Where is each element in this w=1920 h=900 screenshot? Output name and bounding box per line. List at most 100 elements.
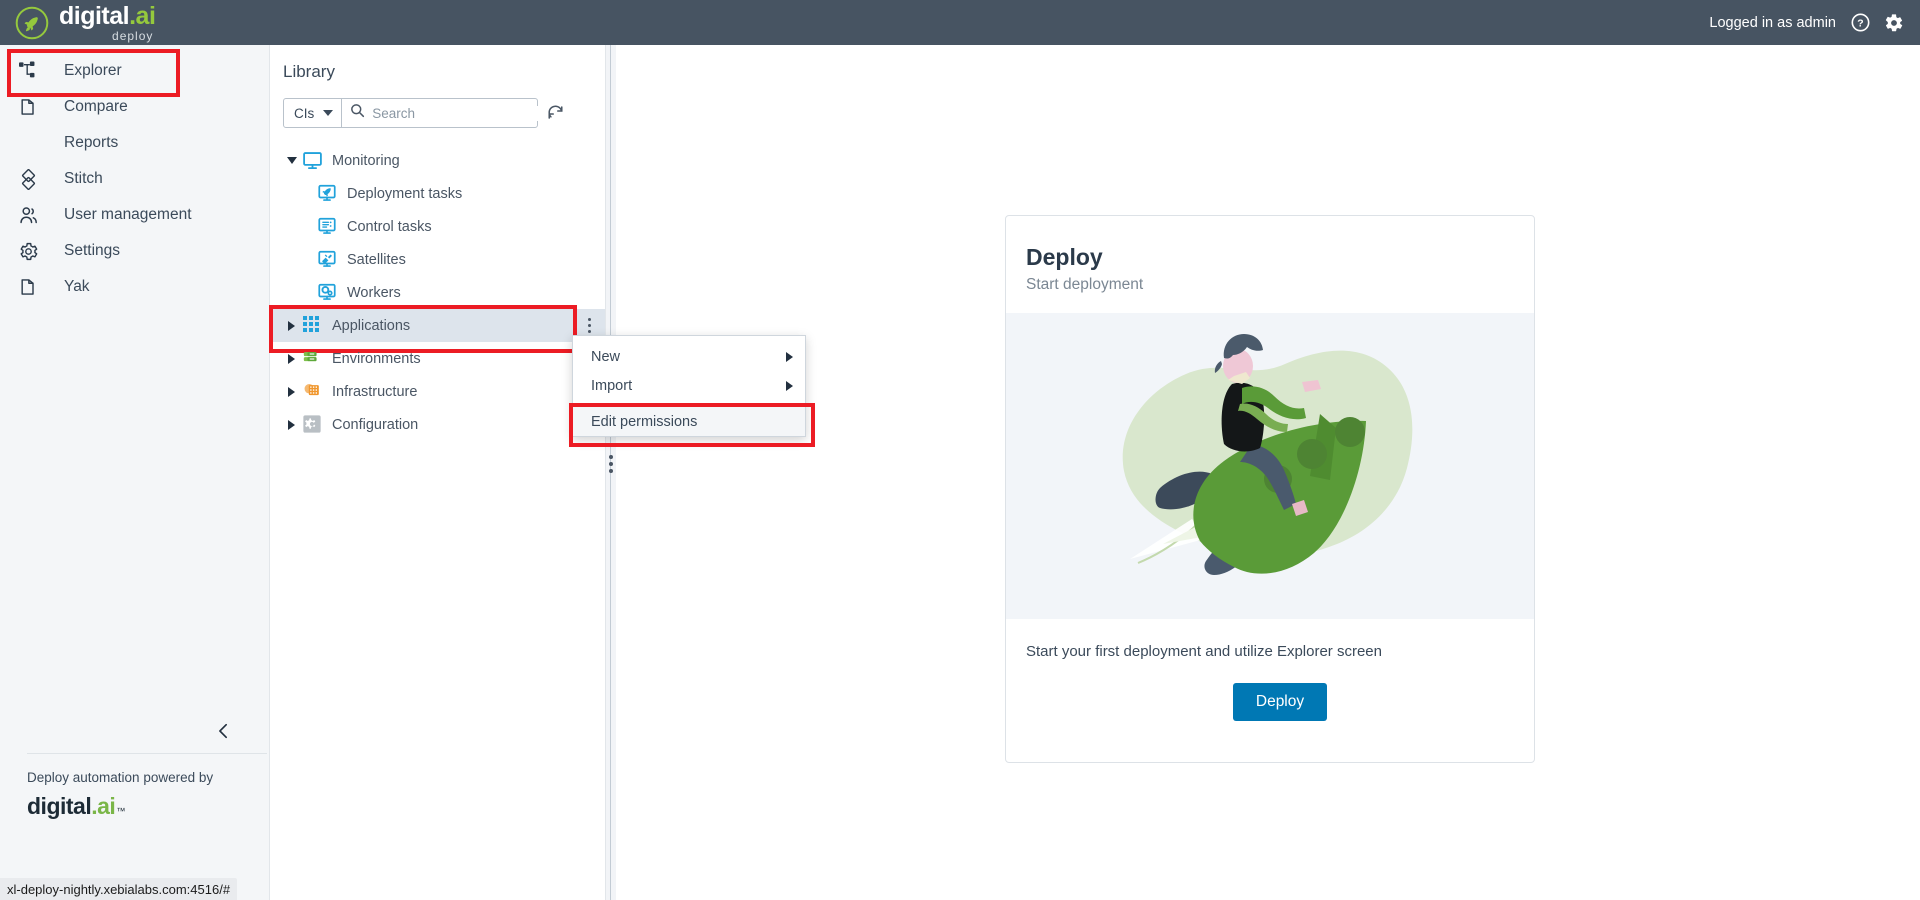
svg-text:?: ?	[1857, 19, 1863, 30]
tree-item-satellites[interactable]: Satellites	[271, 243, 605, 276]
sidebar-item-label: Explorer	[64, 62, 122, 79]
context-menu-item-label: Edit permissions	[591, 413, 698, 430]
tree-item-label: Infrastructure	[332, 383, 418, 400]
search-icon	[350, 103, 365, 123]
search-input[interactable]	[372, 105, 550, 121]
tree-item-applications[interactable]: Applications	[269, 305, 605, 353]
tree-item-monitoring[interactable]: Monitoring	[271, 144, 605, 177]
sidebar-collapse-row	[0, 720, 270, 742]
tree-item-label: Configuration	[332, 416, 419, 433]
sidebar-item-label: Settings	[64, 242, 121, 259]
tree-item-infrastructure[interactable]: Infrastructure	[271, 375, 605, 408]
context-menu-item-label: New	[591, 348, 621, 365]
brand-subtitle: deploy	[112, 28, 154, 43]
sidebar-item-label: Stitch	[64, 170, 103, 187]
sidebar-item-list: Explorer Compare Reports Stitch User man…	[0, 45, 269, 305]
sidebar-item-compare[interactable]: Compare	[0, 89, 269, 125]
sidebar-item-settings[interactable]: Settings	[0, 233, 269, 269]
main-content-area: Deploy Start deployment Start your first…	[616, 45, 1920, 900]
monitor-icon	[302, 150, 323, 171]
yak-icon	[18, 276, 44, 298]
workers-icon	[317, 282, 338, 303]
question-circle-icon[interactable]: ?	[1850, 13, 1870, 33]
tree-item-label: Workers	[347, 284, 401, 301]
sidebar-item-yak[interactable]: Yak	[0, 269, 269, 305]
search-input-wrap	[342, 103, 550, 123]
splitter-drag-handle[interactable]	[606, 455, 616, 473]
deploy-app-window: digital.ai deploy Logged in as admin ? E…	[0, 0, 1920, 900]
sidebar-footer: Deploy automation powered by digital.ai ™	[27, 753, 267, 820]
tree-item-label: Control tasks	[347, 218, 432, 235]
library-panel: Library CIs Search Monitoring Deployment…	[269, 45, 606, 900]
compare-icon	[18, 96, 44, 118]
chevron-down-icon	[323, 110, 334, 116]
search-box: CIs	[283, 98, 550, 128]
tree-item-label: Monitoring	[332, 152, 400, 169]
sidebar-item-label: Reports	[64, 134, 119, 151]
environments-servers-icon	[302, 348, 323, 369]
top-header-bar: digital.ai deploy Logged in as admin ?	[0, 0, 1920, 45]
context-menu-item-new[interactable]: New	[573, 342, 805, 371]
tree-item-workers[interactable]: Workers	[271, 276, 605, 309]
stitch-icon	[18, 168, 44, 190]
brand-logo[interactable]: digital.ai deploy	[0, 1, 156, 43]
tree-toggle-expanded[interactable]	[283, 152, 300, 169]
infrastructure-grid-icon	[302, 381, 323, 402]
tree-toggle-collapsed[interactable]	[283, 383, 300, 400]
deploy-card-subtitle: Start deployment	[1026, 276, 1144, 293]
tree-item-deployment-tasks[interactable]: Deployment tasks	[271, 177, 605, 210]
chevron-left-icon[interactable]	[212, 720, 234, 742]
context-menu-item-edit-permissions[interactable]: Edit permissions	[569, 403, 815, 447]
cis-type-dropdown[interactable]: CIs	[284, 99, 343, 127]
tree-item-label: Deployment tasks	[347, 185, 463, 202]
sidebar-item-user-management[interactable]: User management	[0, 197, 269, 233]
panel-splitter[interactable]	[606, 45, 616, 900]
explorer-topology-icon	[18, 60, 44, 82]
deploy-card-illustration-area	[1006, 313, 1534, 619]
deployment-tasks-icon	[317, 183, 338, 204]
brand-text: digital.ai deploy	[59, 1, 156, 43]
sidebar-item-explorer[interactable]: Explorer	[0, 49, 269, 97]
tree-toggle-collapsed[interactable]	[283, 317, 300, 334]
sidebar-item-reports[interactable]: Reports	[0, 125, 269, 161]
tree-item-configuration[interactable]: Configuration	[271, 408, 605, 441]
deploy-card-title: Deploy	[1026, 244, 1103, 270]
context-menu-item-label: Import	[591, 377, 633, 394]
gear-icon[interactable]	[1884, 13, 1904, 33]
tree-item-label: Environments	[332, 350, 421, 367]
sidebar-item-label: Yak	[64, 278, 90, 295]
tree-toggle-collapsed[interactable]	[283, 350, 300, 367]
context-menu-item-import[interactable]: Import	[573, 371, 805, 400]
deploy-card-header: Deploy Start deployment	[1006, 216, 1534, 313]
cis-type-label: CIs	[294, 105, 315, 121]
left-navigation-sidebar: Explorer Compare Reports Stitch User man…	[0, 45, 270, 900]
applications-grid-icon	[302, 315, 323, 336]
chevron-right-icon	[786, 351, 793, 362]
browser-status-bar: xl-deploy-nightly.xebialabs.com:4516/#	[0, 878, 238, 900]
tree-toggle-collapsed[interactable]	[283, 416, 300, 433]
status-bar-url: xl-deploy-nightly.xebialabs.com:4516/#	[7, 881, 231, 897]
library-search-row: CIs	[271, 82, 605, 128]
header-right-controls: Logged in as admin ?	[1709, 13, 1920, 33]
brand-name: digital.ai	[59, 1, 156, 30]
control-tasks-icon	[317, 216, 338, 237]
astronaut-riding-rocket-illustration	[1122, 334, 1413, 575]
tree-item-label: Applications	[332, 317, 411, 334]
users-icon	[18, 204, 44, 226]
satellites-icon	[317, 249, 338, 270]
gear-icon	[18, 240, 44, 262]
tree-item-control-tasks[interactable]: Control tasks	[271, 210, 605, 243]
tree-item-kebab-menu-button[interactable]	[582, 314, 598, 338]
library-tree: Monitoring Deployment tasks Control task…	[269, 128, 605, 441]
sidebar-item-label: Compare	[64, 98, 128, 115]
deploy-button[interactable]: Deploy	[1232, 683, 1328, 721]
deploy-card-footer: Start your first deployment and utilize …	[1006, 619, 1534, 721]
context-menu: New Import Edit permissions	[569, 335, 815, 447]
refresh-icon[interactable]	[546, 103, 566, 123]
sidebar-footer-logo: digital.ai ™	[27, 793, 125, 819]
tree-item-environments[interactable]: Environments	[271, 342, 605, 375]
deploy-card-footer-text: Start your first deployment and utilize …	[1026, 643, 1382, 660]
sidebar-footer-text: Deploy automation powered by	[27, 770, 214, 785]
tree-item-label: Satellites	[347, 251, 406, 268]
sidebar-item-stitch[interactable]: Stitch	[0, 161, 269, 197]
